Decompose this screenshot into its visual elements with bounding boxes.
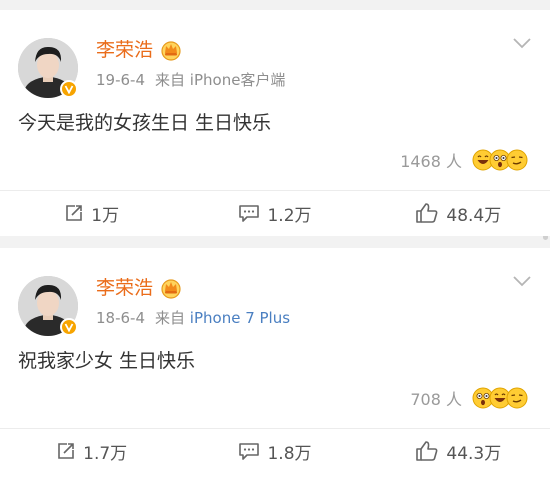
comment-count: 1.8万 <box>267 443 312 464</box>
reactions-summary[interactable]: 708 人 <box>410 386 528 410</box>
comment-icon <box>239 443 260 460</box>
repost-count: 1万 <box>91 205 120 226</box>
action-bar: 1万 1.2万 48.4万 <box>0 191 550 235</box>
thumbs-up-icon <box>416 441 438 461</box>
author-row: 李荣浩 <box>96 276 182 300</box>
repost-button[interactable]: 1.7万 <box>0 429 183 473</box>
reaction-count: 1468 人 <box>400 152 462 171</box>
verified-v-icon <box>60 80 78 98</box>
post-meta: 18-6-4 来自 iPhone 7 Plus <box>96 308 290 328</box>
post-source: iPhone客户端 <box>189 71 286 89</box>
chevron-down-icon[interactable] <box>512 274 532 288</box>
weibo-post: 李荣浩 18-6-4 来自 iPhone 7 Plus 祝我家少女 生日快乐 70… <box>0 248 550 478</box>
source-prefix: 来自 <box>155 309 186 327</box>
smirk-emoji-icon <box>506 149 528 171</box>
repost-icon <box>58 443 74 459</box>
like-button[interactable]: 44.3万 <box>367 429 550 473</box>
smirk-emoji-icon <box>506 387 528 409</box>
source-prefix: 来自 <box>155 71 186 89</box>
crown-icon <box>161 41 181 61</box>
action-bar: 1.7万 1.8万 44.3万 <box>0 429 550 473</box>
comment-icon <box>239 205 260 222</box>
comment-button[interactable]: 1.2万 <box>183 191 366 235</box>
thumbs-up-icon <box>416 203 438 223</box>
crown-icon <box>161 279 181 299</box>
repost-count: 1.7万 <box>83 443 128 464</box>
reactions-summary[interactable]: 1468 人 <box>400 148 528 172</box>
reaction-emojis <box>472 387 528 409</box>
reaction-emojis <box>472 149 528 171</box>
like-count: 48.4万 <box>446 205 502 226</box>
post-text: 祝我家少女 生日快乐 <box>18 350 196 372</box>
repost-icon <box>66 205 83 221</box>
author-row: 李荣浩 <box>96 38 182 62</box>
post-meta: 19-6-4 来自 iPhone客户端 <box>96 70 285 90</box>
post-source-link[interactable]: iPhone 7 Plus <box>190 309 290 327</box>
reaction-count: 708 人 <box>410 390 462 409</box>
author-name[interactable]: 李荣浩 <box>96 276 153 300</box>
like-button[interactable]: 48.4万 <box>367 191 550 235</box>
verified-v-icon <box>60 318 78 336</box>
post-date: 19-6-4 <box>96 71 145 89</box>
comment-count: 1.2万 <box>267 205 312 226</box>
comment-button[interactable]: 1.8万 <box>183 429 366 473</box>
like-count: 44.3万 <box>446 443 502 464</box>
weibo-post: 李荣浩 19-6-4 来自 iPhone客户端 今天是我的女孩生日 生日快乐 14… <box>0 10 550 236</box>
post-text: 今天是我的女孩生日 生日快乐 <box>18 112 272 134</box>
post-date: 18-6-4 <box>96 309 145 327</box>
author-name[interactable]: 李荣浩 <box>96 38 153 62</box>
chevron-down-icon[interactable] <box>512 36 532 50</box>
repost-button[interactable]: 1万 <box>0 191 183 235</box>
